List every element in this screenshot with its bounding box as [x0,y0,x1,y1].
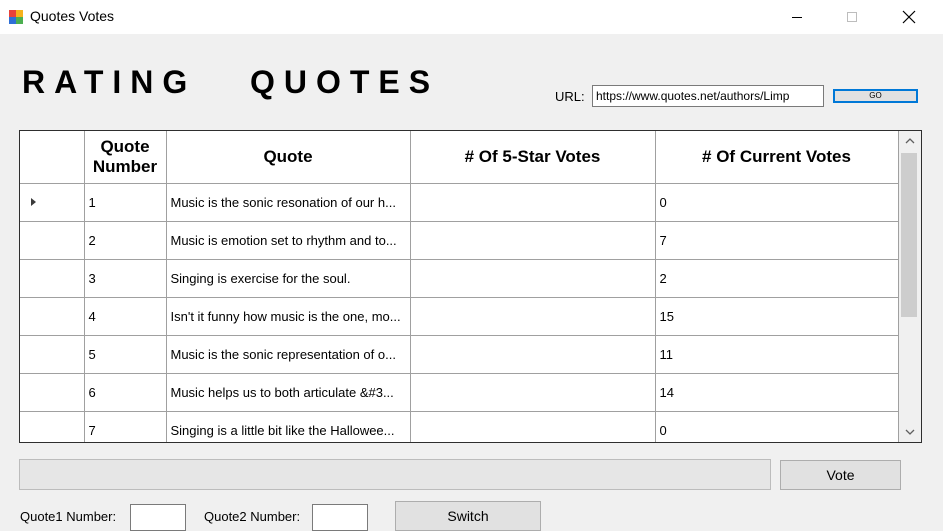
row-header-corner [20,131,85,184]
current-votes-cell[interactable]: 15 [655,297,899,336]
vote-button[interactable]: Vote [780,460,901,490]
maximize-button[interactable] [829,0,875,34]
close-icon [902,10,916,24]
quotes-table: Quote Number Quote # Of 5-Star Votes # O… [20,131,899,442]
five-star-votes-cell[interactable] [410,183,656,222]
current-votes-cell[interactable]: 11 [655,335,899,374]
vertical-scrollbar[interactable] [899,131,921,442]
current-row-arrow-icon [31,198,36,206]
table-row[interactable]: 6 Music helps us to both articulate &#3.… [20,373,899,412]
quote-cell[interactable]: Singing is a little bit like the Hallowe… [166,411,411,442]
page-heading: RATING QUOTES [22,64,440,100]
column-header-five-star-votes[interactable]: # Of 5-Star Votes [410,131,656,184]
chevron-down-icon [905,429,915,435]
quote-cell[interactable]: Music is the sonic representation of o..… [166,335,411,374]
quote1-number-label: Quote1 Number: [20,509,117,524]
status-panel [19,459,771,490]
title-bar: Quotes Votes [0,0,943,34]
current-votes-cell[interactable]: 0 [655,411,899,442]
quote-cell[interactable]: Music is the sonic resonation of our h..… [166,183,411,222]
quote-number-cell[interactable]: 5 [84,335,167,374]
row-header[interactable] [20,373,85,412]
current-votes-cell[interactable]: 2 [655,259,899,298]
minimize-button[interactable] [774,0,820,34]
quote-cell[interactable]: Singing is exercise for the soul. [166,259,411,298]
table-row[interactable]: 3 Singing is exercise for the soul. 2 [20,259,899,298]
quote-cell[interactable]: Music helps us to both articulate &#3... [166,373,411,412]
scrollbar-thumb[interactable] [901,153,917,317]
column-header-quote[interactable]: Quote [166,131,411,184]
five-star-votes-cell[interactable] [410,335,656,374]
row-header[interactable] [20,183,85,222]
row-header[interactable] [20,259,85,298]
row-header[interactable] [20,221,85,260]
maximize-icon [847,12,857,22]
five-star-votes-cell[interactable] [410,297,656,336]
quote-number-cell[interactable]: 4 [84,297,167,336]
table-row[interactable]: 4 Isn't it funny how music is the one, m… [20,297,899,336]
current-votes-cell[interactable]: 7 [655,221,899,260]
scroll-up-button[interactable] [899,131,921,151]
quote-number-cell[interactable]: 2 [84,221,167,260]
five-star-votes-cell[interactable] [410,259,656,298]
five-star-votes-cell[interactable] [410,221,656,260]
window-title: Quotes Votes [30,8,115,24]
quote-number-cell[interactable]: 7 [84,411,167,442]
quote-cell[interactable]: Music is emotion set to rhythm and to... [166,221,411,260]
quote2-number-label: Quote2 Number: [204,509,301,524]
table-row[interactable]: 2 Music is emotion set to rhythm and to.… [20,221,899,260]
table-row[interactable]: 1 Music is the sonic resonation of our h… [20,183,899,222]
table-row[interactable]: 7 Singing is a little bit like the Hallo… [20,411,899,442]
app-icon [9,10,23,24]
url-input[interactable] [592,85,824,107]
go-button[interactable]: GO [833,89,918,103]
current-votes-cell[interactable]: 14 [655,373,899,412]
chevron-up-icon [905,138,915,144]
five-star-votes-cell[interactable] [410,411,656,442]
row-header[interactable] [20,411,85,442]
close-button[interactable] [886,0,932,34]
minimize-icon [792,17,802,18]
five-star-votes-cell[interactable] [410,373,656,412]
quotes-grid[interactable]: Quote Number Quote # Of 5-Star Votes # O… [19,130,922,443]
url-label: URL: [555,89,585,104]
quote-number-cell[interactable]: 6 [84,373,167,412]
row-header[interactable] [20,335,85,374]
column-header-quote-number[interactable]: Quote Number [84,131,167,184]
quote-number-cell[interactable]: 1 [84,183,167,222]
scroll-down-button[interactable] [899,422,921,442]
grid-body: Quote Number Quote # Of 5-Star Votes # O… [20,131,899,442]
row-header[interactable] [20,297,85,336]
column-header-current-votes[interactable]: # Of Current Votes [655,131,899,184]
quote-number-cell[interactable]: 3 [84,259,167,298]
table-row[interactable]: 5 Music is the sonic representation of o… [20,335,899,374]
current-votes-cell[interactable]: 0 [655,183,899,222]
quote-cell[interactable]: Isn't it funny how music is the one, mo.… [166,297,411,336]
